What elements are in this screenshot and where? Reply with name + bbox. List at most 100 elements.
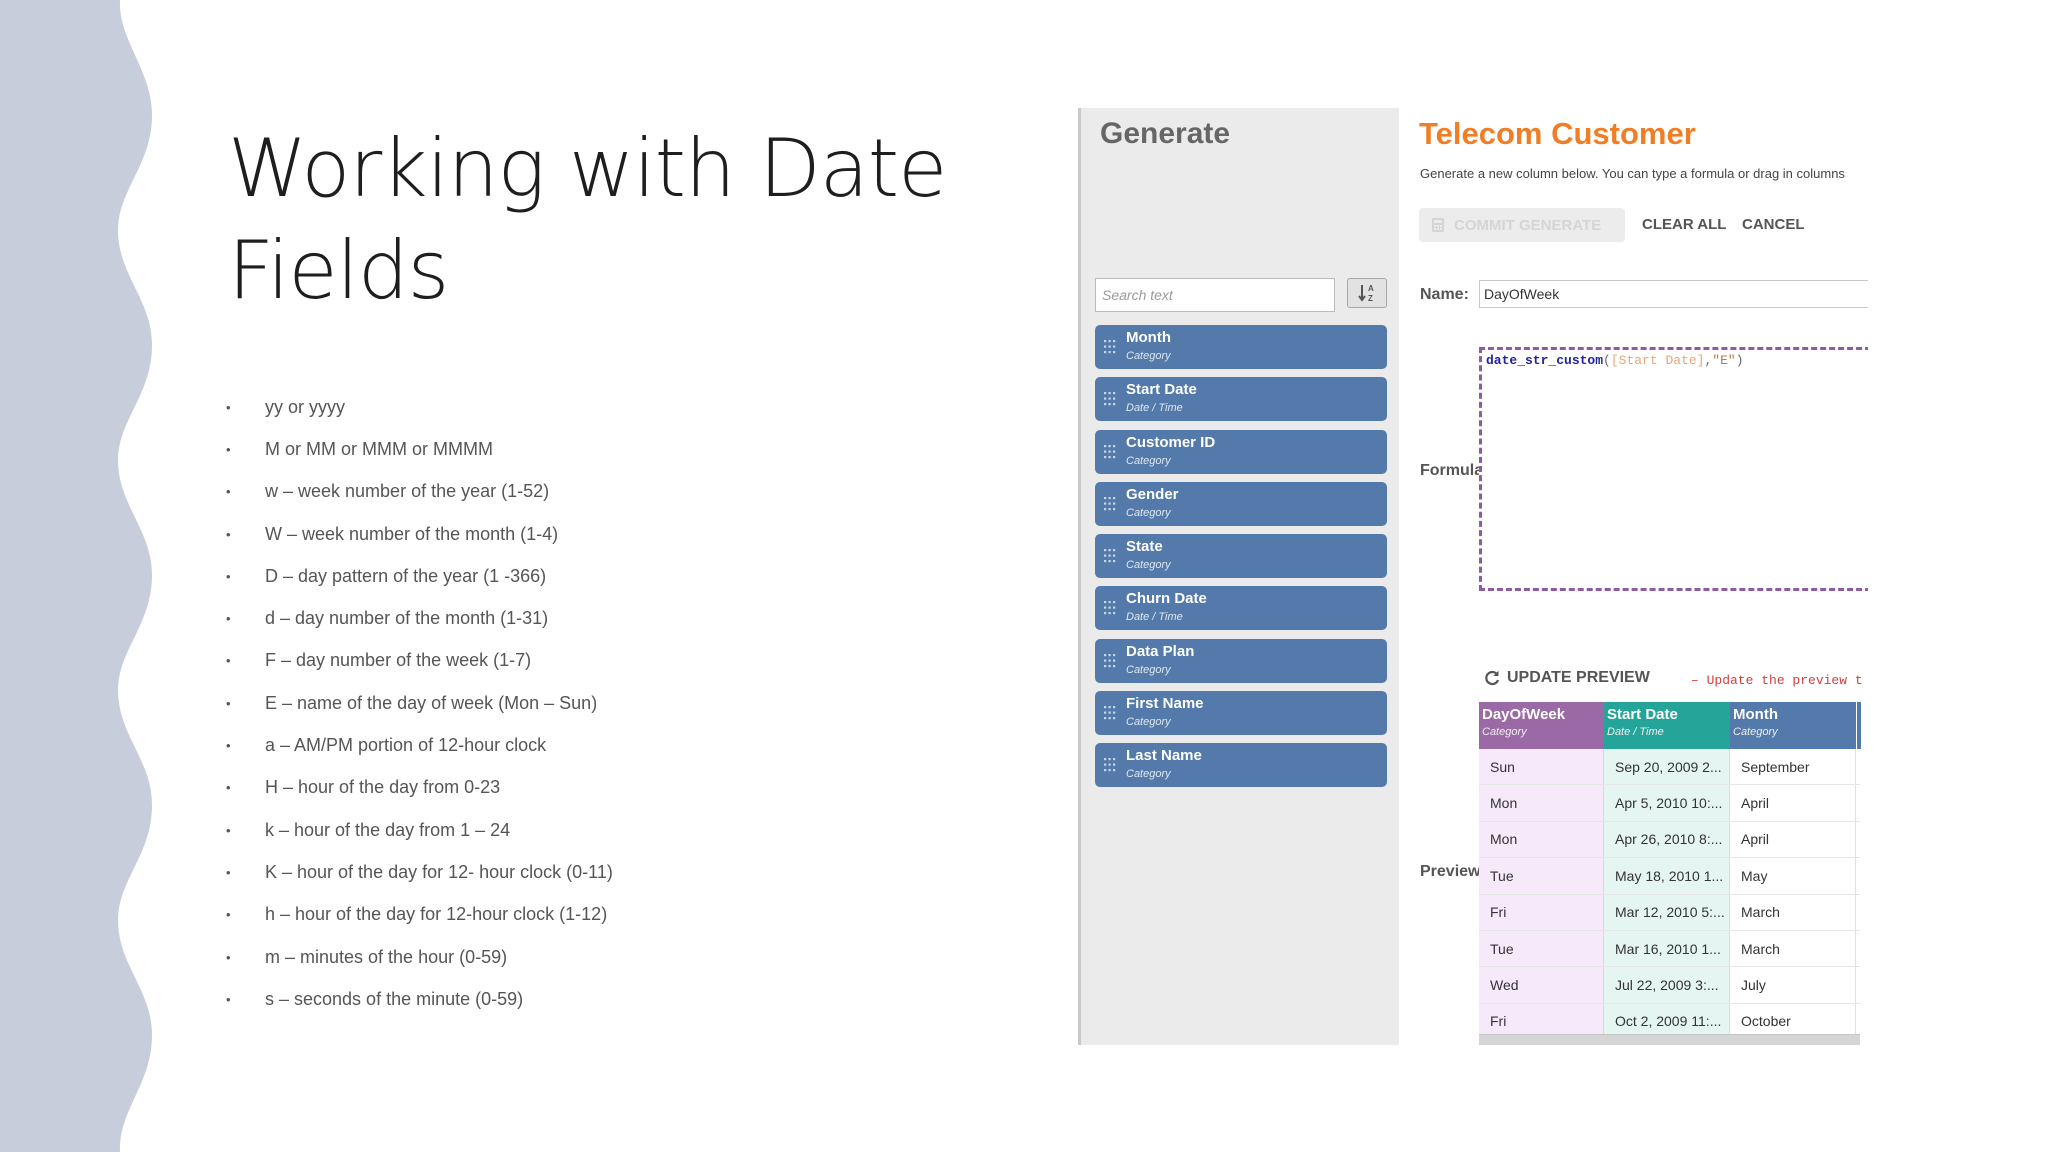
bullet-marker: • — [226, 864, 231, 880]
column-header-type: Category — [1733, 726, 1778, 738]
table-cell: Apr 26, 2010 8:... — [1604, 821, 1730, 858]
list-item-text: E – name of the day of week (Mon – Sun) — [265, 692, 598, 713]
formula-editor[interactable]: date_str_custom([Start Date],"E") — [1479, 347, 1868, 591]
bullet-marker: • — [226, 399, 231, 415]
drag-handle-icon — [1104, 601, 1116, 615]
table-cell: Sep 20, 2009 2... — [1604, 749, 1730, 785]
clear-all-button[interactable]: CLEAR ALL — [1642, 216, 1726, 233]
list-item: • H – hour of the day from 0-23 — [224, 767, 613, 809]
list-item-text: a – AM/PM portion of 12-hour clock — [265, 735, 547, 756]
sort-button[interactable]: A Z — [1347, 278, 1387, 308]
column-header[interactable]: Start Date Date / Time — [1604, 702, 1730, 749]
horizontal-scrollbar[interactable] — [1479, 1034, 1860, 1045]
list-item-text: w – week number of the year (1-52) — [265, 481, 550, 502]
field-card-month[interactable]: Month Category — [1095, 325, 1387, 369]
drag-handle-icon — [1104, 496, 1116, 511]
list-item-text: m – minutes of the hour (0-59) — [265, 946, 508, 967]
column-header[interactable]: DayOfWeek Category — [1479, 702, 1604, 749]
bullet-marker: • — [226, 568, 231, 584]
list-item: • yy or yyyy — [224, 386, 613, 428]
bullet-marker: • — [226, 991, 231, 1007]
column-header-type: Category — [1482, 726, 1527, 738]
field-type: Category — [1126, 768, 1171, 781]
list-item: • h – hour of the day for 12-hour clock (… — [224, 894, 613, 936]
table-cell: Tue — [1479, 930, 1604, 967]
column-name-input[interactable] — [1479, 280, 1868, 308]
field-card-first-name[interactable]: First Name Category — [1095, 691, 1387, 736]
field-card-last-name[interactable]: Last Name Category — [1095, 743, 1387, 788]
bullet-marker: • — [226, 738, 231, 754]
table-row: Wed Jul 22, 2009 3:... July — [1479, 967, 1860, 1004]
list-item: • m – minutes of the hour (0-59) — [224, 936, 613, 978]
field-card-data-plan[interactable]: Data Plan Category — [1095, 638, 1387, 683]
field-list: Month Category Start Date Date / Time Custom… — [1095, 325, 1387, 796]
field-name: Month — [1126, 329, 1171, 346]
table-cell: Tue — [1479, 858, 1604, 894]
bullet-marker: • — [226, 949, 231, 965]
list-item-text: K – hour of the day for 12- hour clock (… — [265, 861, 613, 882]
list-item: • d – day number of the month (1-31) — [224, 597, 613, 639]
cancel-button[interactable]: CANCEL — [1742, 216, 1805, 233]
bullet-marker: • — [226, 441, 231, 457]
formula-close-paren: ) — [1735, 353, 1744, 368]
list-item-text: H – hour of the day from 0-23 — [265, 777, 501, 798]
column-header[interactable]: Month Category — [1730, 702, 1856, 749]
name-label: Name: — [1420, 286, 1469, 303]
drag-handle-icon — [1104, 549, 1116, 563]
list-item: • w – week number of the year (1-52) — [224, 471, 613, 513]
update-preview-button[interactable]: UPDATE PREVIEW — [1483, 669, 1650, 687]
table-cell: May — [1730, 858, 1856, 894]
field-card-start-date[interactable]: Start Date Date / Time — [1095, 377, 1387, 422]
table-row: Tue Mar 16, 2010 1... March — [1479, 930, 1860, 968]
list-item: • M or MM or MMM or MMMM — [224, 428, 613, 470]
table-row: Mon Apr 5, 2010 10:... April — [1479, 785, 1860, 822]
field-name: Gender — [1126, 485, 1179, 503]
column-header-name: Start Date — [1607, 706, 1678, 723]
field-card-state[interactable]: State Category — [1095, 534, 1387, 579]
field-type: Category — [1126, 506, 1171, 519]
list-item-text: k – hour of the day from 1 – 24 — [265, 819, 511, 840]
generate-editor: Telecom Customer Generate a new column b… — [1399, 108, 1868, 1045]
drag-handle-icon — [1104, 706, 1116, 720]
field-type: Category — [1126, 350, 1171, 362]
commit-generate-button[interactable]: COMMIT GENERATE — [1419, 208, 1625, 242]
generate-panel-title: Generate — [1100, 117, 1231, 150]
list-item-text: F – day number of the week (1-7) — [265, 650, 532, 671]
bullet-marker: • — [226, 822, 231, 838]
table-row: Sun Sep 20, 2009 2... September — [1479, 749, 1860, 786]
field-type: Category — [1126, 716, 1171, 729]
formula-function: date_str_custom — [1486, 353, 1604, 368]
table-row: Tue May 18, 2010 1... May — [1479, 858, 1860, 895]
field-type: Category — [1126, 663, 1171, 676]
preview-table-body: Sun Sep 20, 2009 2... September Mon Apr 5, 2… — [1479, 749, 1860, 1041]
update-preview-label: UPDATE PREVIEW — [1507, 669, 1650, 686]
drag-handle-icon — [1104, 758, 1116, 772]
field-card-churn-date[interactable]: Churn Date Date / Time — [1095, 586, 1387, 631]
drag-handle-icon — [1104, 340, 1116, 354]
table-cell: Fri — [1479, 894, 1604, 930]
editor-subtitle: Generate a new column below. You can typ… — [1420, 166, 1845, 181]
list-item: • k – hour of the day from 1 – 24 — [224, 809, 613, 851]
field-card-gender[interactable]: Gender Category — [1095, 481, 1387, 526]
list-item-text: D – day pattern of the year (1 -366) — [265, 565, 547, 586]
field-name: First Name — [1126, 695, 1204, 713]
formula-open-paren: ( — [1603, 353, 1611, 368]
sort-alpha-icon: A Z — [1358, 284, 1374, 303]
table-cell: April — [1730, 785, 1856, 821]
field-name: Customer ID — [1126, 433, 1216, 451]
table-cell: Sun — [1479, 749, 1604, 785]
format-code-list: • yy or yyyy • M or MM or MMM or MMMM • w – w… — [224, 386, 613, 1020]
list-item-text: s – seconds of the minute (0-59) — [265, 988, 524, 1009]
generate-panel: Generate A Z Month Category Start Date Date… — [1078, 108, 1399, 1045]
table-cell: March — [1730, 894, 1856, 930]
list-item: • W – week number of the month (1-4) — [224, 513, 613, 555]
bullet-marker: • — [226, 611, 231, 627]
table-row: Mon Apr 26, 2010 8:... April — [1479, 821, 1860, 859]
field-type: Date / Time — [1126, 402, 1183, 415]
table-cell: September — [1730, 749, 1856, 785]
field-card-customer-id[interactable]: Customer ID Category — [1095, 429, 1387, 474]
refresh-icon — [1485, 670, 1500, 686]
field-name: State — [1126, 538, 1163, 556]
search-input[interactable] — [1095, 278, 1335, 312]
list-item: • a – AM/PM portion of 12-hour clock — [224, 724, 613, 766]
